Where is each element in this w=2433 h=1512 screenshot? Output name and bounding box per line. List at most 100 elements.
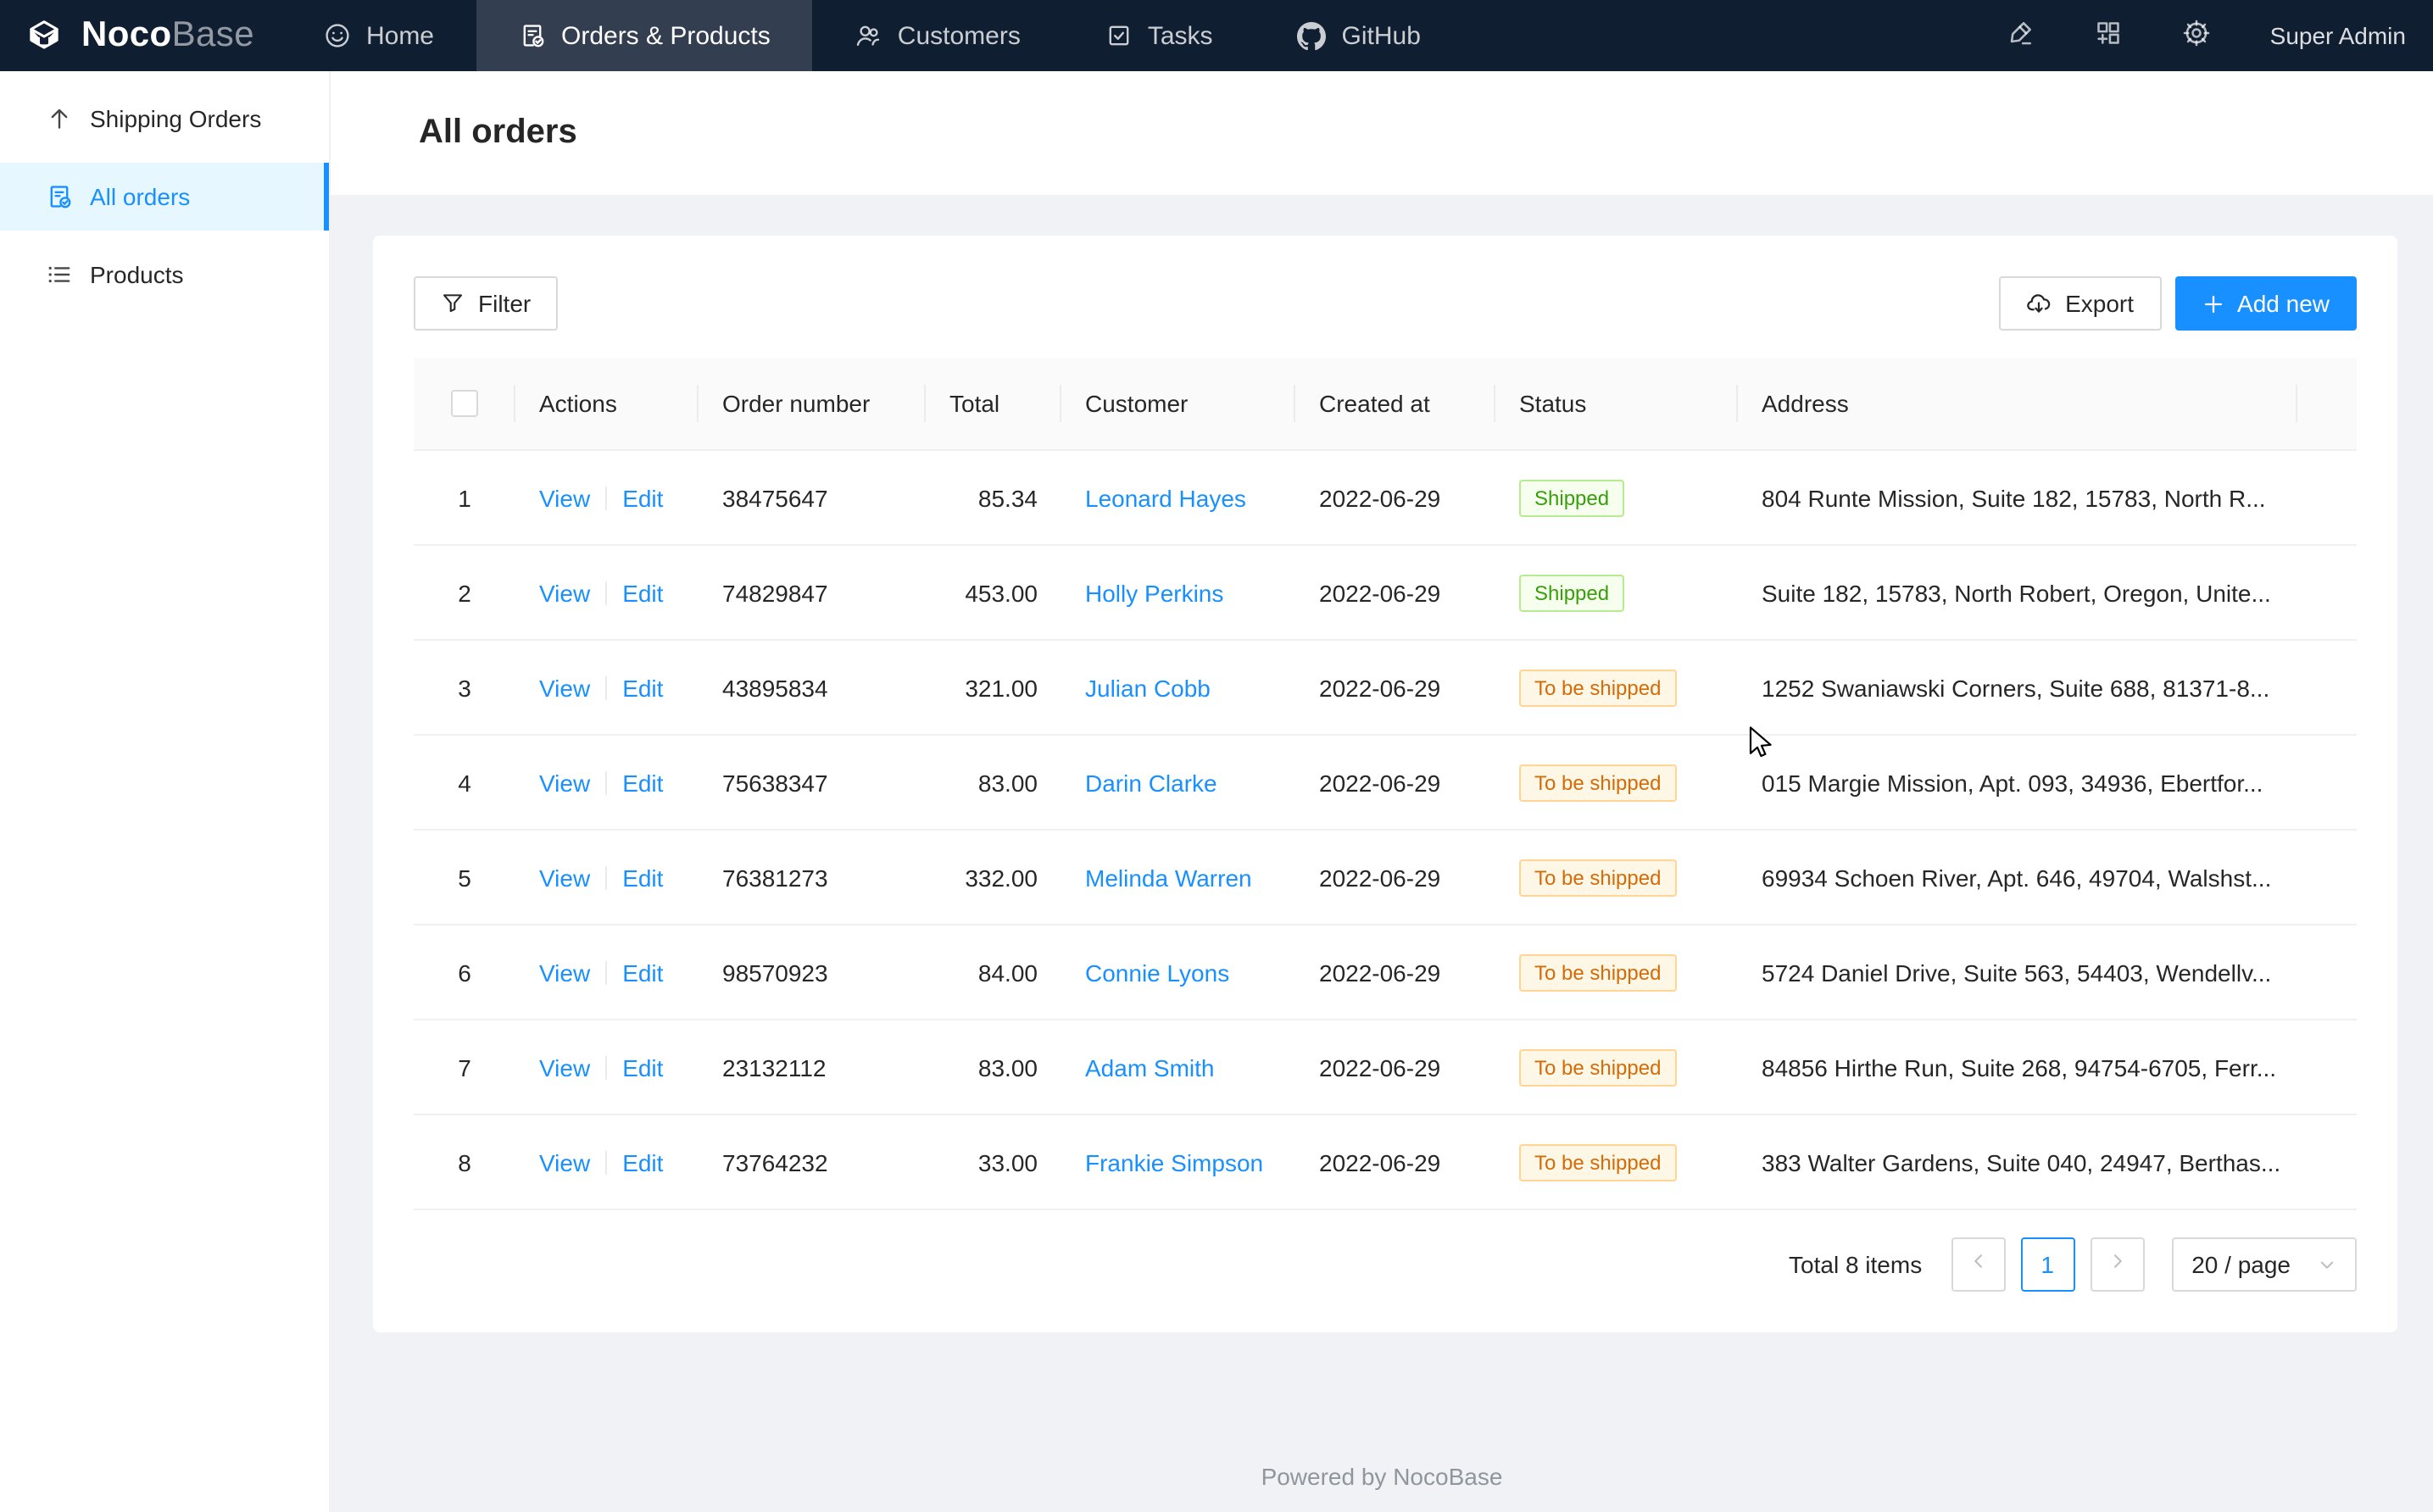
view-link[interactable]: View xyxy=(539,959,590,986)
view-link[interactable]: View xyxy=(539,769,590,796)
nav-item-home[interactable]: Home xyxy=(281,0,476,71)
view-link[interactable]: View xyxy=(539,1053,590,1081)
edit-link[interactable]: Edit xyxy=(622,1148,663,1176)
filter-icon xyxy=(441,292,465,315)
top-nav: NocoBase Home Orders & ProductsCustomersT… xyxy=(0,0,2433,71)
nav-item-tasks[interactable]: Tasks xyxy=(1063,0,1255,71)
pagination-prev-button[interactable] xyxy=(1951,1237,2005,1292)
column-header-checkbox xyxy=(414,358,515,449)
actions-cell: View Edit xyxy=(515,546,699,639)
user-menu[interactable]: Super Admin xyxy=(2270,22,2406,49)
column-header-created-at: Created at xyxy=(1295,358,1495,449)
created-at-cell: 2022-06-29 xyxy=(1295,641,1495,734)
column-header-label: Status xyxy=(1519,390,1586,417)
table-row: 6ViewEdit9857092384.00Connie Lyons2022-0… xyxy=(414,926,2357,1020)
view-link[interactable]: View xyxy=(539,484,590,511)
row-index: 3 xyxy=(458,674,471,701)
status-cell: To be shipped xyxy=(1495,641,1738,734)
customer-link[interactable]: Frankie Simpson xyxy=(1085,1148,1263,1176)
total-cell: 453.00 xyxy=(926,546,1061,639)
customer-link[interactable]: Leonard Hayes xyxy=(1085,484,1246,511)
view-link[interactable]: View xyxy=(539,579,590,606)
customer-link[interactable]: Julian Cobb xyxy=(1085,674,1211,701)
plugin-add-button[interactable] xyxy=(2094,18,2123,53)
actions-divider xyxy=(605,960,607,984)
created-at-cell: 2022-06-29 xyxy=(1295,926,1495,1019)
customer-cell: Holly Perkins xyxy=(1061,546,1295,639)
pagination-total: Total 8 items xyxy=(1789,1251,1922,1278)
customer-link[interactable]: Darin Clarke xyxy=(1085,769,1217,796)
edit-link[interactable]: Edit xyxy=(622,769,663,796)
customer-cell: Connie Lyons xyxy=(1061,926,1295,1019)
toolbar: Filter Export xyxy=(414,276,2357,331)
nav-item-orders-products[interactable]: Orders & Products xyxy=(476,0,813,71)
order-number-cell: 98570923 xyxy=(699,926,926,1019)
edit-link[interactable]: Edit xyxy=(622,674,663,701)
created-at-cell: 2022-06-29 xyxy=(1295,546,1495,639)
filler-cell xyxy=(2297,546,2357,639)
nav-menu: Home Orders & ProductsCustomersTasks GitHu… xyxy=(281,0,1463,71)
status-cell: To be shipped xyxy=(1495,831,1738,924)
arrow-up-icon xyxy=(46,105,73,132)
status-cell: To be shipped xyxy=(1495,926,1738,1019)
actions-divider xyxy=(605,581,607,604)
status-cell: Shipped xyxy=(1495,546,1738,639)
github-icon xyxy=(1298,21,1327,50)
add-new-button[interactable]: Add new xyxy=(2174,276,2357,331)
column-header-actions: Actions xyxy=(515,358,699,449)
row-index: 5 xyxy=(458,864,471,891)
logo-text: NocoBase xyxy=(81,15,254,56)
column-header-label: Customer xyxy=(1085,390,1188,417)
customer-link[interactable]: Connie Lyons xyxy=(1085,959,1229,986)
pagination-page-1[interactable]: 1 xyxy=(2020,1237,2074,1292)
edit-link[interactable]: Edit xyxy=(622,864,663,891)
table-row: 4ViewEdit7563834783.00Darin Clarke2022-0… xyxy=(414,736,2357,831)
highlighter-button[interactable] xyxy=(2006,18,2035,53)
nav-item-github[interactable]: GitHub xyxy=(1255,0,1463,71)
status-cell: To be shipped xyxy=(1495,1020,1738,1114)
status-badge: To be shipped xyxy=(1519,669,1676,706)
actions-cell: View Edit xyxy=(515,831,699,924)
customer-link[interactable]: Holly Perkins xyxy=(1085,579,1223,606)
filler-cell xyxy=(2297,1020,2357,1114)
sidebar-item-shipping-orders[interactable]: Shipping Orders xyxy=(0,85,329,153)
edit-link[interactable]: Edit xyxy=(622,484,663,511)
export-button[interactable]: Export xyxy=(1999,276,2161,331)
edit-link[interactable]: Edit xyxy=(622,579,663,606)
plus-icon xyxy=(2202,292,2224,314)
edit-link[interactable]: Edit xyxy=(622,959,663,986)
actions-cell: View Edit xyxy=(515,1020,699,1114)
view-link[interactable]: View xyxy=(539,864,590,891)
sidebar-item-label: All orders xyxy=(90,183,190,210)
customer-cell: Darin Clarke xyxy=(1061,736,1295,829)
row-index-cell: 7 xyxy=(414,1020,515,1114)
row-index-cell: 3 xyxy=(414,641,515,734)
sidebar-item-products[interactable]: Products xyxy=(0,241,329,309)
select-all-checkbox[interactable] xyxy=(451,390,478,417)
edit-link[interactable]: Edit xyxy=(622,1053,663,1081)
table-row: 2ViewEdit74829847453.00Holly Perkins2022… xyxy=(414,546,2357,641)
nav-item-label: Home xyxy=(366,21,434,50)
column-header-label: Address xyxy=(1762,390,1849,417)
actions-divider xyxy=(605,675,607,699)
customer-cell: Leonard Hayes xyxy=(1061,451,1295,544)
customer-cell: Adam Smith xyxy=(1061,1020,1295,1114)
row-index-cell: 1 xyxy=(414,451,515,544)
address-cell: 383 Walter Gardens, Suite 040, 24947, Be… xyxy=(1738,1115,2297,1209)
view-link[interactable]: View xyxy=(539,674,590,701)
nocobase-logo[interactable]: NocoBase xyxy=(0,0,281,71)
customer-link[interactable]: Adam Smith xyxy=(1085,1053,1215,1081)
page-header: All orders xyxy=(331,71,2433,195)
nav-item-label: GitHub xyxy=(1342,21,1421,50)
customer-link[interactable]: Melinda Warren xyxy=(1085,864,1252,891)
pagination-next-button[interactable] xyxy=(2090,1237,2144,1292)
column-header-label: Total xyxy=(949,390,999,417)
view-link[interactable]: View xyxy=(539,1148,590,1176)
sidebar-item-all-orders[interactable]: All orders xyxy=(0,163,329,231)
status-badge: To be shipped xyxy=(1519,953,1676,991)
filter-button[interactable]: Filter xyxy=(414,276,558,331)
nav-item-customers[interactable]: Customers xyxy=(813,0,1063,71)
gear-button[interactable] xyxy=(2182,18,2211,53)
row-index-cell: 8 xyxy=(414,1115,515,1209)
page-size-select[interactable]: 20 / page xyxy=(2171,1237,2357,1292)
